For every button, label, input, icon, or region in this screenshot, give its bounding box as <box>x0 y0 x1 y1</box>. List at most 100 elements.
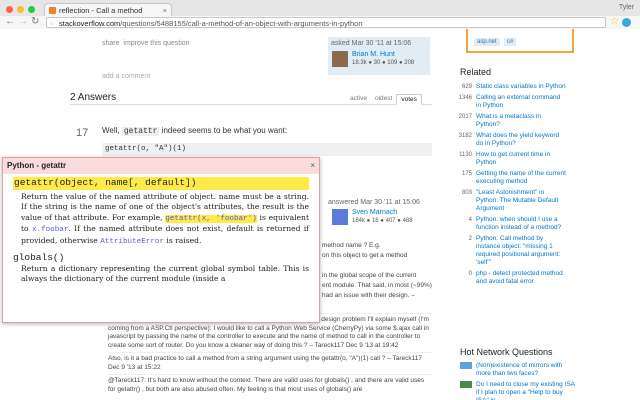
hot-item[interactable]: (Non)existence of mirrors with more than… <box>460 362 576 378</box>
post-menu: share improve this question <box>102 40 190 47</box>
related-link[interactable]: php - detect protected method and avoid … <box>476 270 566 286</box>
bookmark-star-icon[interactable]: ☆ <box>610 16 619 28</box>
getattr-signature: getattr(object, name[, default]) <box>13 177 309 190</box>
related-link[interactable]: Calling an external command in Python <box>476 94 566 110</box>
answer-intro-suffix: indeed seems to be what you want: <box>159 126 288 135</box>
related-link[interactable]: Static class variables in Python <box>476 83 566 91</box>
related-title: Related <box>460 67 492 77</box>
related-item[interactable]: 1346 Calling an external command in Pytho… <box>454 94 566 110</box>
answer-sort-tabs: active oldest votes <box>346 94 422 105</box>
related-count: 4 <box>468 217 472 223</box>
desc-code-1: getattr(x, 'foobar') <box>165 214 257 223</box>
tab-oldest[interactable]: oldest <box>371 94 396 105</box>
popup-body: getattr(object, name[, default]) Return … <box>3 174 319 285</box>
related-item[interactable]: 2017 What is a metaclass in Python? <box>454 113 566 129</box>
add-comment-link[interactable]: add a comment <box>102 73 150 80</box>
share-link[interactable]: share <box>102 40 120 47</box>
answerer-stats: 184k ● 16 ● 407 ● 488 <box>352 218 413 224</box>
close-window-icon[interactable] <box>6 6 13 13</box>
related-item[interactable]: 0 php - detect protected method and avoid… <box>454 270 566 286</box>
fragment-5: had an issue with their design. – <box>322 292 415 299</box>
comments-list: Thanks @Sven, I guess this will help me … <box>108 313 433 396</box>
popup-title: Python - getattr <box>7 161 67 170</box>
fragment-1: method name ? E.g. <box>322 242 381 249</box>
browser-toolbar: ← → ↻ ▫ stackoverflow.com/questions/5488… <box>0 16 640 29</box>
answer-intro-prefix: Well, <box>102 126 122 135</box>
hot-questions-title: Hot Network Questions <box>460 347 553 357</box>
related-item[interactable]: 3182 What does the yield keyword do in Py… <box>454 132 566 148</box>
related-item[interactable]: 803 "Least Astonishment" in Python: The M… <box>454 189 566 213</box>
url-host: stackoverflow.com <box>59 19 121 28</box>
related-link[interactable]: How to get current time in Python <box>476 151 566 167</box>
related-link[interactable]: What is a metaclass in Python? <box>476 113 566 129</box>
globals-signature: globals() <box>13 252 65 263</box>
fragment-4: ent module. That said, in most (~99%) <box>322 282 432 289</box>
site-icon <box>460 362 472 369</box>
back-icon[interactable]: ← <box>5 16 15 28</box>
related-count: 629 <box>461 84 472 90</box>
related-link[interactable]: Python: when should I use a function ins… <box>476 216 566 232</box>
asker-avatar[interactable] <box>332 51 348 67</box>
tag-csharp[interactable]: c# <box>504 38 517 46</box>
reload-icon[interactable]: ↻ <box>31 16 39 28</box>
stackoverflow-favicon-icon <box>49 7 56 14</box>
desc-code-2: x.foobar <box>31 226 69 234</box>
url-path: /questions/5488155/call-a-method-of-an-o… <box>120 19 363 28</box>
hot-item[interactable]: Do I need to close my existing ISA if I … <box>460 381 576 400</box>
profile-name[interactable]: Tyler <box>619 4 634 11</box>
browser-tab[interactable]: reflection - Call a method × <box>44 3 172 16</box>
minimize-window-icon[interactable] <box>17 6 24 13</box>
maximize-window-icon[interactable] <box>28 6 35 13</box>
comment-2: Also, is it a bad practice to call a met… <box>108 352 433 374</box>
page-content: share improve this question asked Mar 30… <box>0 29 640 400</box>
forward-icon[interactable]: → <box>18 16 28 28</box>
related-count: 2017 <box>458 114 472 120</box>
related-count: 2 <box>468 236 472 242</box>
answer-intro: Well, getattr indeed seems to be what yo… <box>102 126 287 136</box>
related-item[interactable]: 629 Static class variables in Python <box>454 83 566 91</box>
site-icon <box>460 381 472 388</box>
address-bar[interactable]: ▫ stackoverflow.com/questions/5488155/ca… <box>46 17 606 28</box>
related-link[interactable]: "Least Astonishment" in Python: The Muta… <box>476 189 566 213</box>
related-count: 0 <box>468 271 472 277</box>
related-item[interactable]: 2 Python: Call method by instance object:… <box>454 235 566 267</box>
related-item[interactable]: 4 Python: when should I use a function in… <box>454 216 566 232</box>
tab-title: reflection - Call a method <box>59 6 143 15</box>
tab-votes[interactable]: votes <box>396 94 422 105</box>
related-item[interactable]: 1130 How to get current time in Python <box>454 151 566 167</box>
vote-count: 17 <box>76 127 89 139</box>
hot-link[interactable]: (Non)existence of mirrors with more than… <box>476 362 576 378</box>
desc-code-3: AttributeError <box>100 237 165 246</box>
related-link[interactable]: Getting the name of the current executin… <box>476 170 566 186</box>
asker-stats: 18.3k ● 30 ● 109 ● 208 <box>352 60 415 66</box>
comment-fragments: method name ? E.g. on this object to get… <box>322 241 432 301</box>
answers-heading: 2 Answers <box>70 92 117 103</box>
related-link[interactable]: Python: Call method by instance object: … <box>476 235 566 267</box>
fragment-2: on this object to get a method <box>322 252 408 259</box>
tab-active[interactable]: active <box>346 94 371 105</box>
hot-link[interactable]: Do I need to close my existing ISA if I … <box>476 381 576 400</box>
getattr-description: Return the value of the named attribute … <box>13 192 309 248</box>
extension-icon[interactable] <box>622 18 631 27</box>
related-count: 1346 <box>458 95 472 101</box>
popup-close-icon[interactable]: × <box>310 161 315 170</box>
desc-part-d: is raised. <box>164 235 202 245</box>
improve-link[interactable]: improve this question <box>123 40 189 47</box>
answerer-name[interactable]: Sven Marnach <box>352 209 397 216</box>
doc-popup: Python - getattr × getattr(object, name[… <box>2 157 320 323</box>
asker-name[interactable]: Brian M. Hunt <box>352 51 395 58</box>
related-item[interactable]: 175 Getting the name of the current execu… <box>454 170 566 186</box>
answerer-avatar[interactable] <box>332 209 348 225</box>
answer-intro-code: getattr <box>121 127 160 136</box>
asked-date: asked Mar 30 '11 at 15:06 <box>331 40 412 47</box>
answer-code-block: getattr(o, "A")(1) <box>102 143 432 156</box>
popup-header: Python - getattr × <box>3 158 319 174</box>
page-icon: ▫ <box>50 19 53 28</box>
related-list: 629 Static class variables in Python 1346… <box>454 83 566 289</box>
tab-close-icon[interactable]: × <box>163 6 167 15</box>
asker-card: asked Mar 30 '11 at 15:06 Brian M. Hunt … <box>328 37 430 75</box>
tags-box: asp.net c# <box>466 29 574 53</box>
related-link[interactable]: What does the yield keyword do in Python… <box>476 132 566 148</box>
tag-aspnet[interactable]: asp.net <box>474 38 500 46</box>
related-count: 1130 <box>459 152 472 158</box>
